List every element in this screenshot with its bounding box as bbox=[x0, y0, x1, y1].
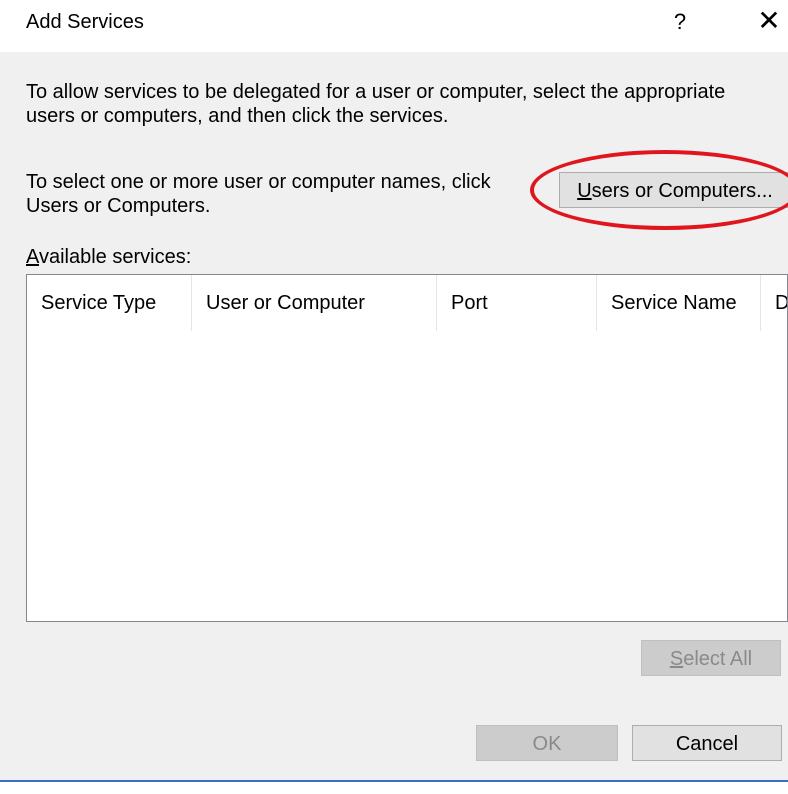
intro-line-2: users or computers, and then click the s… bbox=[26, 105, 449, 127]
column-header-service-name[interactable]: Service Name bbox=[597, 275, 761, 331]
column-header-user-or-computer[interactable]: User or Computer bbox=[192, 275, 437, 331]
intro-text: To allow services to be delegated for a … bbox=[26, 80, 788, 128]
select-hint-line-2: Users or Computers. bbox=[26, 195, 211, 217]
column-header-service-type[interactable]: Service Type bbox=[27, 275, 192, 331]
cancel-button[interactable]: Cancel bbox=[632, 725, 782, 761]
users-or-computers-label: sers or Computers... bbox=[591, 180, 773, 202]
close-button[interactable]: ✕ bbox=[752, 4, 786, 38]
column-header-port[interactable]: Port bbox=[437, 275, 597, 331]
available-services-list[interactable]: Service Type User or Computer Port Servi… bbox=[26, 274, 788, 622]
column-header-truncated[interactable]: D bbox=[761, 275, 787, 331]
select-all-label: elect All bbox=[683, 648, 753, 670]
title-bar: Add Services ? ✕ bbox=[0, 0, 788, 52]
select-hint-text: To select one or more user or computer n… bbox=[26, 170, 546, 218]
users-or-computers-button[interactable]: Users or Computers... bbox=[559, 172, 788, 208]
help-button[interactable]: ? bbox=[665, 6, 695, 38]
ok-button[interactable]: OK bbox=[476, 725, 618, 761]
select-hint-line-1: To select one or more user or computer n… bbox=[26, 171, 491, 193]
select-all-button[interactable]: Select All bbox=[641, 640, 781, 676]
list-header: Service Type User or Computer Port Servi… bbox=[27, 275, 787, 331]
users-or-computers-accel: U bbox=[577, 180, 592, 202]
available-services-accel: A bbox=[26, 246, 39, 268]
select-all-accel: S bbox=[669, 648, 684, 670]
intro-line-1: To allow services to be delegated for a … bbox=[26, 81, 726, 103]
available-services-label-text: vailable services: bbox=[38, 246, 192, 268]
dialog-title: Add Services bbox=[26, 11, 144, 33]
available-services-label: Available services: bbox=[26, 246, 191, 269]
